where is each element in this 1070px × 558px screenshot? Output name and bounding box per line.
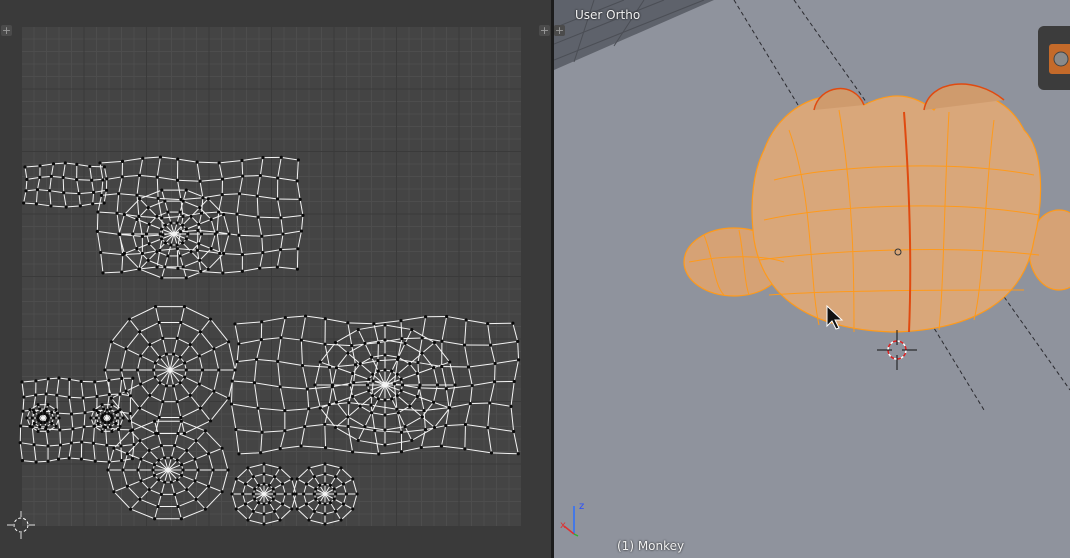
properties-tool-button[interactable] — [1038, 26, 1070, 90]
object-name-label: (1) Monkey — [617, 539, 685, 553]
view-name-label: User Ortho — [575, 8, 641, 22]
3d-viewport[interactable]: z x + User Ortho (1) Monkey — [554, 0, 1070, 558]
monkey-mesh[interactable] — [683, 83, 1070, 333]
2d-cursor-icon — [7, 511, 35, 539]
area-split-corner-viewport[interactable]: + — [554, 25, 565, 36]
axis-z-label: z — [579, 501, 584, 512]
viewport-scene[interactable]: z x — [554, 0, 1070, 558]
uv-islands[interactable] — [0, 0, 551, 558]
axis-x-label: x — [560, 520, 566, 531]
uv-editor-panel[interactable]: + + — [0, 0, 551, 558]
axis-gizmo-icon — [563, 506, 579, 537]
3d-cursor-icon — [877, 330, 917, 370]
properties-tool-icon — [1049, 44, 1070, 74]
